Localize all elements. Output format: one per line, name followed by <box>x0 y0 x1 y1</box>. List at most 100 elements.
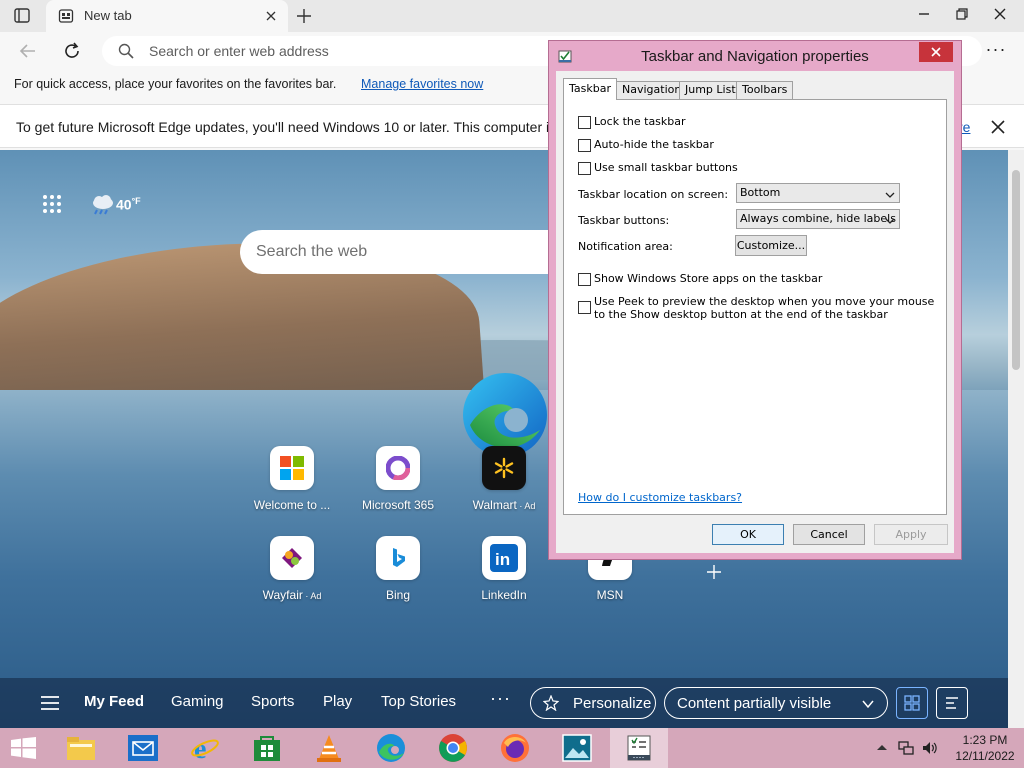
taskbar-taskbar-properties[interactable] <box>610 728 668 768</box>
feed-navigation-bar: My Feed Gaming Sports Play Top Stories ·… <box>0 678 1008 728</box>
taskbar-file-explorer[interactable] <box>52 728 110 768</box>
grid-layout-icon[interactable] <box>896 687 928 719</box>
back-arrow-icon[interactable] <box>18 41 38 61</box>
autohide-taskbar-option[interactable]: Auto-hide the taskbar <box>578 138 714 152</box>
small-buttons-option[interactable]: Use small taskbar buttons <box>578 161 738 175</box>
web-search-box[interactable]: Search the web <box>240 230 570 274</box>
taskbar-location-select[interactable]: Bottom <box>736 183 900 203</box>
add-shortcut-plus-icon[interactable] <box>704 562 724 582</box>
feed-more-button[interactable]: ··· <box>490 688 511 709</box>
volume-icon[interactable] <box>922 740 938 756</box>
small-buttons-checkbox[interactable] <box>578 162 591 175</box>
tile-welcome[interactable]: Welcome to ... <box>247 446 337 512</box>
restore-icon[interactable] <box>944 0 980 28</box>
manage-favorites-link[interactable]: Manage favorites now <box>361 77 483 91</box>
tile-walmart[interactable]: Walmart · Ad <box>459 446 549 512</box>
weather-temp-value: 40 <box>116 196 132 213</box>
lock-taskbar-label: Lock the taskbar <box>594 115 686 128</box>
taskbar-store[interactable] <box>238 728 296 768</box>
lock-taskbar-option[interactable]: Lock the taskbar <box>578 115 686 129</box>
tab-new-tab[interactable]: New tab <box>46 0 288 32</box>
app-launcher-icon[interactable] <box>42 194 62 214</box>
feed-tab-my-feed[interactable]: My Feed <box>84 693 144 710</box>
personalize-label: Personalize <box>573 695 652 712</box>
customize-button[interactable]: Customize... <box>735 235 807 256</box>
clock-date: 12/11/2022 <box>955 749 1015 763</box>
minimize-icon[interactable] <box>906 0 942 28</box>
weather-temp-unit: °F <box>131 196 141 206</box>
cancel-button[interactable]: Cancel <box>793 524 865 545</box>
show-hidden-icons-chevron-icon[interactable] <box>874 740 890 756</box>
taskbar-chrome[interactable] <box>424 728 482 768</box>
tile-linkedin[interactable]: in LinkedIn <box>459 536 549 602</box>
tile-bing[interactable]: Bing <box>353 536 443 602</box>
windows-taskbar: e 1:23 PM 12/11/2022 <box>0 728 1024 768</box>
windows-start-icon[interactable] <box>10 737 38 759</box>
page-scrollbar[interactable] <box>1008 150 1024 728</box>
tab-toolbars[interactable]: Toolbars <box>736 81 794 99</box>
new-tab-favicon-icon <box>58 8 74 24</box>
taskbar-buttons-select[interactable]: Always combine, hide labels <box>736 209 900 229</box>
network-icon[interactable] <box>898 740 914 756</box>
feed-tab-sports[interactable]: Sports <box>251 693 294 710</box>
taskbar-mail[interactable] <box>114 728 172 768</box>
dialog-titlebar[interactable]: Taskbar and Navigation properties <box>549 41 961 71</box>
taskbar-tab-panel: Lock the taskbar Auto-hide the taskbar U… <box>563 99 947 515</box>
ok-button[interactable]: OK <box>712 524 784 545</box>
feed-tab-gaming[interactable]: Gaming <box>171 693 224 710</box>
close-window-icon[interactable] <box>982 0 1018 28</box>
tile-label-text: LinkedIn <box>481 588 527 602</box>
tab-navigation[interactable]: Navigation <box>616 81 688 99</box>
tile-ad-badge: · Ad <box>302 591 322 601</box>
infobar-close-icon[interactable] <box>990 119 1006 135</box>
tile-label: Bing <box>353 588 443 602</box>
hamburger-menu-icon[interactable] <box>40 694 60 712</box>
new-tab-plus-icon[interactable] <box>294 6 314 26</box>
taskbar-buttons-label: Taskbar buttons: <box>578 214 670 227</box>
feed-tab-top-stories[interactable]: Top Stories <box>381 693 456 710</box>
dialog-close-icon[interactable] <box>919 42 953 62</box>
tile-microsoft-365[interactable]: Microsoft 365 <box>353 446 443 512</box>
tile-label-text: MSN <box>596 588 624 602</box>
peek-label: Use Peek to preview the desktop when you… <box>594 295 935 321</box>
taskbar-vlc[interactable] <box>300 728 358 768</box>
tile-label-text: Microsoft 365 <box>361 498 435 512</box>
rain-cloud-icon[interactable] <box>90 194 116 216</box>
apply-button[interactable]: Apply <box>874 524 948 545</box>
tile-wayfair[interactable]: Wayfair · Ad <box>247 536 337 602</box>
close-tab-icon[interactable] <box>264 9 278 23</box>
store-apps-option[interactable]: Show Windows Store apps on the taskbar <box>578 272 822 286</box>
list-layout-icon[interactable] <box>936 687 968 719</box>
feed-tab-play[interactable]: Play <box>323 693 352 710</box>
system-clock[interactable]: 1:23 PM 12/11/2022 <box>950 732 1020 764</box>
store-icon <box>254 736 280 761</box>
taskbar-firefox[interactable] <box>486 728 544 768</box>
tab-title: New tab <box>84 8 132 23</box>
tile-label: LinkedIn <box>459 588 549 602</box>
weather-temperature[interactable]: 40°F <box>116 196 141 213</box>
tile-label-text: Welcome to ... <box>253 498 331 512</box>
scrollbar-thumb[interactable] <box>1012 170 1020 370</box>
taskbar-internet-explorer[interactable]: e <box>176 728 234 768</box>
internet-explorer-icon: e <box>191 734 219 762</box>
taskbar-location-value: Bottom <box>740 186 781 199</box>
walmart-icon <box>482 446 526 490</box>
taskbar-photos[interactable] <box>548 728 606 768</box>
chevron-down-icon <box>885 214 895 224</box>
content-visibility-dropdown[interactable]: Content partially visible <box>664 687 888 719</box>
settings-more-icon[interactable]: ··· <box>984 40 1008 62</box>
refresh-icon[interactable] <box>62 41 82 61</box>
personalize-button[interactable]: Personalize <box>530 687 656 719</box>
autohide-taskbar-label: Auto-hide the taskbar <box>594 138 714 151</box>
peek-checkbox[interactable] <box>578 301 591 314</box>
tab-taskbar[interactable]: Taskbar <box>563 78 617 100</box>
tab-actions-icon[interactable] <box>10 7 34 25</box>
store-apps-checkbox[interactable] <box>578 273 591 286</box>
lock-taskbar-checkbox[interactable] <box>578 116 591 129</box>
customize-taskbars-help-link[interactable]: How do I customize taskbars? <box>578 491 742 504</box>
taskbar-edge[interactable] <box>362 728 420 768</box>
autohide-taskbar-checkbox[interactable] <box>578 139 591 152</box>
tile-label: Walmart · Ad <box>459 498 549 512</box>
mail-icon <box>128 735 158 761</box>
peek-option[interactable]: Use Peek to preview the desktop when you… <box>578 295 938 321</box>
